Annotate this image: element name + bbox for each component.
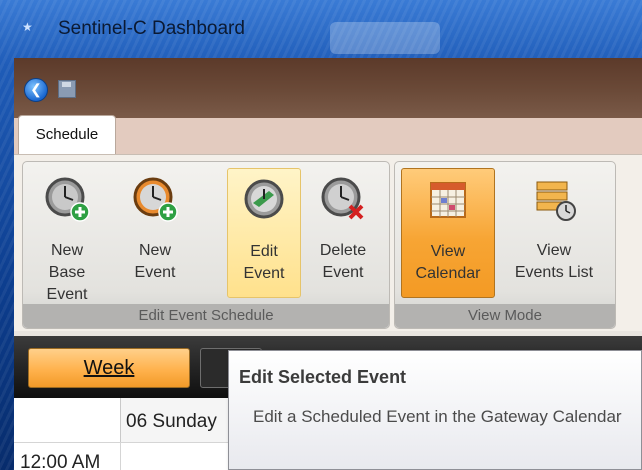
ribbon-panel: New Base Event New Event Edit Event Dele… (14, 154, 642, 331)
save-icon[interactable] (58, 80, 76, 98)
window-title: Sentinel-C Dashboard (58, 18, 245, 39)
day-header-label: 06 Sunday (126, 411, 217, 432)
week-view-button[interactable]: Week (28, 348, 190, 388)
tab-schedule[interactable]: Schedule (18, 115, 116, 154)
edit-event-label: Edit Event (243, 243, 285, 282)
tooltip-text: Edit a Scheduled Event in the Gateway Ca… (253, 407, 622, 426)
time-label: 12:00 AM (20, 452, 101, 470)
delete-event-button[interactable]: Delete Event (307, 168, 379, 296)
view-calendar-label: View Calendar (415, 243, 481, 282)
events-list-icon (536, 181, 576, 221)
tooltip-title: Edit Selected Event (239, 367, 407, 387)
clock-edit-icon (244, 179, 284, 219)
title-bar: ★ Sentinel-C Dashboard (0, 0, 642, 58)
app-icon: ★ (22, 20, 33, 34)
group-label-edit-event-schedule: Edit Event Schedule (23, 304, 389, 328)
back-arrow-icon[interactable]: ❮ (24, 78, 48, 102)
clock-add-orange-icon (133, 177, 178, 222)
edit-event-button[interactable]: Edit Event (227, 168, 301, 298)
clock-add-icon (45, 177, 90, 222)
group-label-view-mode: View Mode (395, 304, 615, 328)
group-edit-event-schedule: New Base Event New Event Edit Event Dele… (22, 161, 390, 329)
view-events-list-label: View Events List (514, 242, 594, 281)
new-event-button[interactable]: New Event (119, 168, 191, 296)
view-calendar-button[interactable]: View Calendar (401, 168, 495, 298)
edit-event-tooltip: Edit Selected Event Edit a Scheduled Eve… (228, 350, 642, 470)
clock-delete-icon (321, 177, 364, 220)
time-column-divider (120, 442, 121, 470)
new-base-event-button[interactable]: New Base Event (31, 168, 103, 303)
quick-access-toolbar: ❮ (14, 58, 642, 118)
group-view-mode: View Calendar View Events List View Mode (394, 161, 616, 329)
calendar-icon (430, 182, 466, 218)
new-base-event-label: New Base Event (46, 242, 88, 303)
view-events-list-button[interactable]: View Events List (503, 168, 605, 296)
title-bar-glass (330, 22, 440, 54)
new-event-label: New Event (134, 242, 176, 281)
delete-event-label: Delete Event (319, 242, 367, 281)
